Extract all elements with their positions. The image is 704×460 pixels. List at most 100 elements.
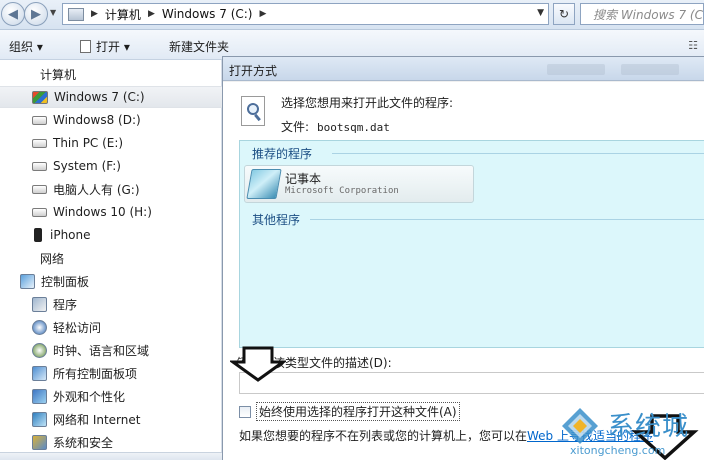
dialog-title: 打开方式 [229,64,278,78]
path-dropdown-icon[interactable]: ▼ [537,8,544,18]
nav-item-system-security[interactable]: 系统和安全 [0,431,222,453]
nav-item-label: 系统和安全 [53,435,114,450]
magnifier-lens [247,103,259,115]
open-button[interactable]: 打开 ▾ [80,38,130,55]
other-programs-header[interactable]: 其他程序 [240,211,704,228]
nav-item-programs[interactable]: 程序 [0,293,222,315]
title-bar-reflection [547,64,605,75]
breadcrumb-separator-icon[interactable]: ▶ [148,9,155,19]
breadcrumb-separator-icon[interactable]: ▶ [91,9,98,19]
nav-item-label: 程序 [53,297,78,312]
view-options-icon[interactable]: ☷ [688,39,698,52]
nav-item-iphone[interactable]: iPhone [0,224,222,246]
hard-drive-icon [32,184,47,194]
nav-item-label: 控制面板 [41,274,90,289]
details-pane [0,452,222,460]
nav-item-control-panel[interactable]: 控制面板 [0,270,222,292]
refresh-icon: ↻ [558,7,570,21]
nav-item-label: 时钟、语言和区域 [53,343,150,358]
hard-drive-icon [32,115,47,125]
nav-item-network[interactable]: 网络 [0,247,222,269]
breadcrumb-drive[interactable]: Windows 7 (C:) [162,7,253,21]
hard-drive-icon [32,138,47,148]
nav-item-computer[interactable]: 计算机 [0,63,222,85]
nav-item-label: 所有控制面板项 [53,366,138,381]
file-name: bootsqm.dat [317,121,390,134]
control-panel-icon [32,365,47,381]
open-with-dialog: 打开方式 选择您想用来打开此文件的程序: 文件: bootsqm.dat 推荐的程… [222,56,704,460]
program-vendor: Microsoft Corporation [285,186,399,196]
back-arrow-icon: ◀ [8,6,18,22]
nav-item-label: 电脑人人有 (G:) [53,182,140,197]
title-bar-reflection [621,64,679,75]
web-search-prefix: 如果您想要的程序不在列表或您的计算机上，您可以在 [239,429,528,443]
always-use-checkbox[interactable] [239,405,251,418]
phone-icon [34,228,42,242]
nav-item-drive-e[interactable]: Thin PC (E:) [0,132,222,154]
nav-item-drive-d[interactable]: Windows8 (D:) [0,109,222,131]
dialog-prompt: 选择您想用来打开此文件的程序: [281,96,454,110]
file-search-icon [241,96,265,126]
open-button-label: 打开 ▾ [96,40,130,54]
nav-item-label: Windows8 (D:) [53,113,141,127]
always-use-label[interactable]: 始终使用选择的程序打开这种文件(A) [256,402,460,421]
control-panel-icon [20,273,35,289]
site-watermark: 系统城 xitongcheng.com [556,404,704,460]
organize-button[interactable]: 组织 ▾ [9,38,43,55]
nav-item-label: iPhone [50,228,91,242]
nav-item-label: 网络和 Internet [53,412,141,427]
nav-item-drive-h[interactable]: Windows 10 (H:) [0,201,222,223]
nav-item-all-control-panel-items[interactable]: 所有控制面板项 [0,362,222,384]
forward-button[interactable]: ▶ [24,2,48,26]
path-box[interactable]: ▶ 计算机 ▶ Windows 7 (C:) ▶ ▼ [62,3,549,25]
ease-of-access-icon [32,319,47,335]
network-icon [32,411,47,427]
search-input[interactable]: 搜索 Windows 7 (C:) [580,3,704,25]
breadcrumb-computer[interactable]: 计算机 [105,6,141,23]
nav-item-label: 网络 [40,251,65,266]
magnifier-handle [254,113,261,122]
nav-item-label: 外观和个性化 [53,389,126,404]
description-input[interactable] [239,372,704,394]
nav-item-label: System (F:) [53,159,121,173]
always-use-row[interactable]: 始终使用选择的程序打开这种文件(A) [239,402,460,421]
nav-item-ease-of-access[interactable]: 轻松访问 [0,316,222,338]
notepad-icon [246,169,282,199]
nav-item-drive-c[interactable]: Windows 7 (C:) [0,86,222,108]
recommended-programs-header[interactable]: 推荐的程序 [240,145,704,162]
dialog-title-bar[interactable]: 打开方式 [223,57,704,81]
file-label: 文件: [281,120,310,134]
nav-item-label: Thin PC (E:) [53,136,124,150]
nav-item-clock-language-region[interactable]: 时钟、语言和区域 [0,339,222,361]
hard-drive-icon [32,207,47,217]
windows-drive-icon [32,90,48,104]
clock-globe-icon [32,342,47,358]
program-name: 记事本 [285,172,322,186]
watermark-site: xitongcheng.com [570,444,666,457]
program-list[interactable]: 推荐的程序 记事本 Microsoft Corporation 其他程序 [239,140,704,348]
navigation-pane: 计算机 Windows 7 (C:) Windows8 (D:) Thin PC… [0,60,222,460]
program-item-notepad[interactable]: 记事本 Microsoft Corporation [244,165,474,203]
recent-pages-dropdown-icon[interactable]: ▼ [50,8,56,17]
nav-item-drive-g[interactable]: 电脑人人有 (G:) [0,178,222,200]
address-bar: ◀ ▶ ▼ ▶ 计算机 ▶ Windows 7 (C:) ▶ ▼ ↻ 搜索 Wi… [0,0,704,30]
watermark-brand: 系统城 [608,412,690,442]
nav-item-network-internet[interactable]: 网络和 Internet [0,408,222,430]
nav-item-label: Windows 10 (H:) [53,205,152,219]
refresh-button[interactable]: ↻ [553,3,575,25]
down-arrow-icon [230,346,286,382]
nav-item-label: 计算机 [40,67,77,82]
shield-icon [32,434,47,450]
hard-drive-icon [32,161,47,171]
nav-item-appearance[interactable]: 外观和个性化 [0,385,222,407]
document-icon [80,40,91,53]
breadcrumb-separator-icon[interactable]: ▶ [259,9,266,19]
nav-item-drive-f[interactable]: System (F:) [0,155,222,177]
nav-item-label: Windows 7 (C:) [54,90,145,104]
back-button[interactable]: ◀ [1,2,25,26]
watermark-logo-icon [562,408,598,444]
new-folder-button[interactable]: 新建文件夹 [169,38,229,55]
programs-icon [32,296,47,312]
nav-item-label: 轻松访问 [53,320,102,335]
appearance-icon [32,388,47,404]
